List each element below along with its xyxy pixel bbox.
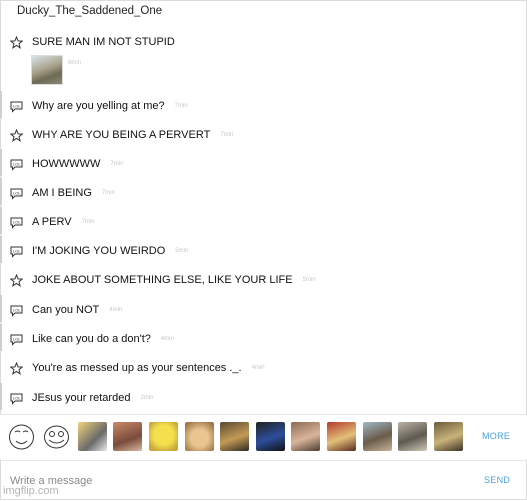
lol-icon[interactable]: LOL — [10, 158, 23, 171]
message-text: AM I BEING 7min — [32, 187, 115, 199]
lol-icon[interactable]: LOL — [10, 187, 23, 200]
message-timestamp: 7min — [174, 103, 188, 110]
message-timestamp: 4min — [251, 365, 265, 372]
reply-bar — [0, 207, 2, 234]
message-feed[interactable]: SURE MAN IM NOT STUPID 8min LOL Why are … — [0, 28, 527, 415]
svg-text:LOL: LOL — [13, 395, 21, 400]
message-timestamp: 5min — [175, 248, 189, 255]
message-text: You're as messed up as your sentences ._… — [32, 362, 265, 374]
svg-text:LOL: LOL — [13, 248, 21, 253]
meme-thumb-icon[interactable] — [434, 422, 463, 451]
message-text: I'M JOKING YOU WEIRDO 5min — [32, 245, 189, 257]
lol-icon[interactable]: LOL — [10, 245, 23, 258]
lol-icon[interactable]: LOL — [10, 333, 23, 346]
chat-title: Ducky_The_Saddened_One — [17, 5, 163, 17]
reply-bar — [0, 236, 2, 263]
svg-text:LOL: LOL — [13, 219, 21, 224]
meme-thumb-icon[interactable] — [78, 422, 107, 451]
reply-bar — [0, 149, 2, 176]
message-timestamp: 4min — [109, 307, 123, 314]
watermark: imgflip.com — [3, 485, 59, 497]
meme-thumb-icon[interactable] — [113, 422, 142, 451]
meme-thumb-icon[interactable] — [398, 422, 427, 451]
message-timestamp: 4min — [160, 336, 174, 343]
message-image[interactable] — [31, 55, 63, 85]
message-text: SURE MAN IM NOT STUPID — [32, 36, 175, 48]
meme-thumb-icon[interactable] — [291, 422, 320, 451]
reply-bar — [0, 178, 2, 205]
message-timestamp: 7min — [81, 219, 95, 226]
message-text: JEsus your retarded 2min — [32, 392, 154, 404]
message-timestamp: 7min — [110, 161, 124, 168]
spongebob-icon[interactable] — [149, 422, 178, 451]
reply-bar — [0, 324, 2, 351]
compose-bar: SEND — [0, 460, 527, 501]
message-timestamp: 7min — [101, 190, 115, 197]
star-icon[interactable] — [10, 36, 23, 49]
message-text: JOKE ABOUT SOMETHING ELSE, LIKE YOUR LIF… — [32, 274, 316, 286]
svg-text:LOL: LOL — [13, 161, 21, 166]
star-icon[interactable] — [10, 129, 23, 142]
reply-bar — [0, 91, 2, 118]
message-input[interactable] — [8, 471, 452, 491]
svg-text:LOL: LOL — [13, 307, 21, 312]
meme-tray: MORE — [0, 414, 527, 459]
meme-thumb-icon[interactable] — [256, 422, 285, 451]
message-text: WHY ARE YOU BEING A PERVERT 7min — [32, 129, 234, 141]
meme-thumb-icon[interactable] — [363, 422, 392, 451]
more-button[interactable]: MORE — [482, 431, 510, 441]
lol-icon[interactable]: LOL — [10, 304, 23, 317]
message-text: Like can you do a don't? 4min — [32, 333, 174, 345]
reply-bar — [0, 383, 2, 410]
star-icon[interactable] — [10, 362, 23, 375]
message-timestamp: 2min — [140, 395, 154, 402]
svg-text:LOL: LOL — [13, 190, 21, 195]
message-timestamp: 5min — [302, 277, 316, 284]
reply-bar — [0, 295, 2, 322]
message-text: Why are you yelling at me? 7min — [32, 100, 188, 112]
meme-thumb-icon[interactable] — [327, 422, 356, 451]
message-timestamp: 7min — [220, 132, 234, 139]
lol-icon[interactable]: LOL — [10, 392, 23, 405]
svg-text:LOL: LOL — [13, 336, 21, 341]
send-button[interactable]: SEND — [484, 475, 510, 485]
message-text: Can you NOT 4min — [32, 304, 123, 316]
doge-icon[interactable] — [185, 422, 214, 451]
star-icon[interactable] — [10, 274, 23, 287]
lol-icon[interactable]: LOL — [10, 100, 23, 113]
lol-icon[interactable]: LOL — [10, 216, 23, 229]
message-timestamp: 8min — [68, 60, 82, 66]
svg-text:LOL: LOL — [13, 103, 21, 108]
message-text: A PERV 7min — [32, 216, 95, 228]
troll-face-icon[interactable] — [42, 422, 71, 451]
message-text: HOWWWWW 7min — [32, 158, 124, 170]
meme-thumb-icon[interactable] — [220, 422, 249, 451]
rage-face-icon[interactable] — [7, 422, 36, 451]
